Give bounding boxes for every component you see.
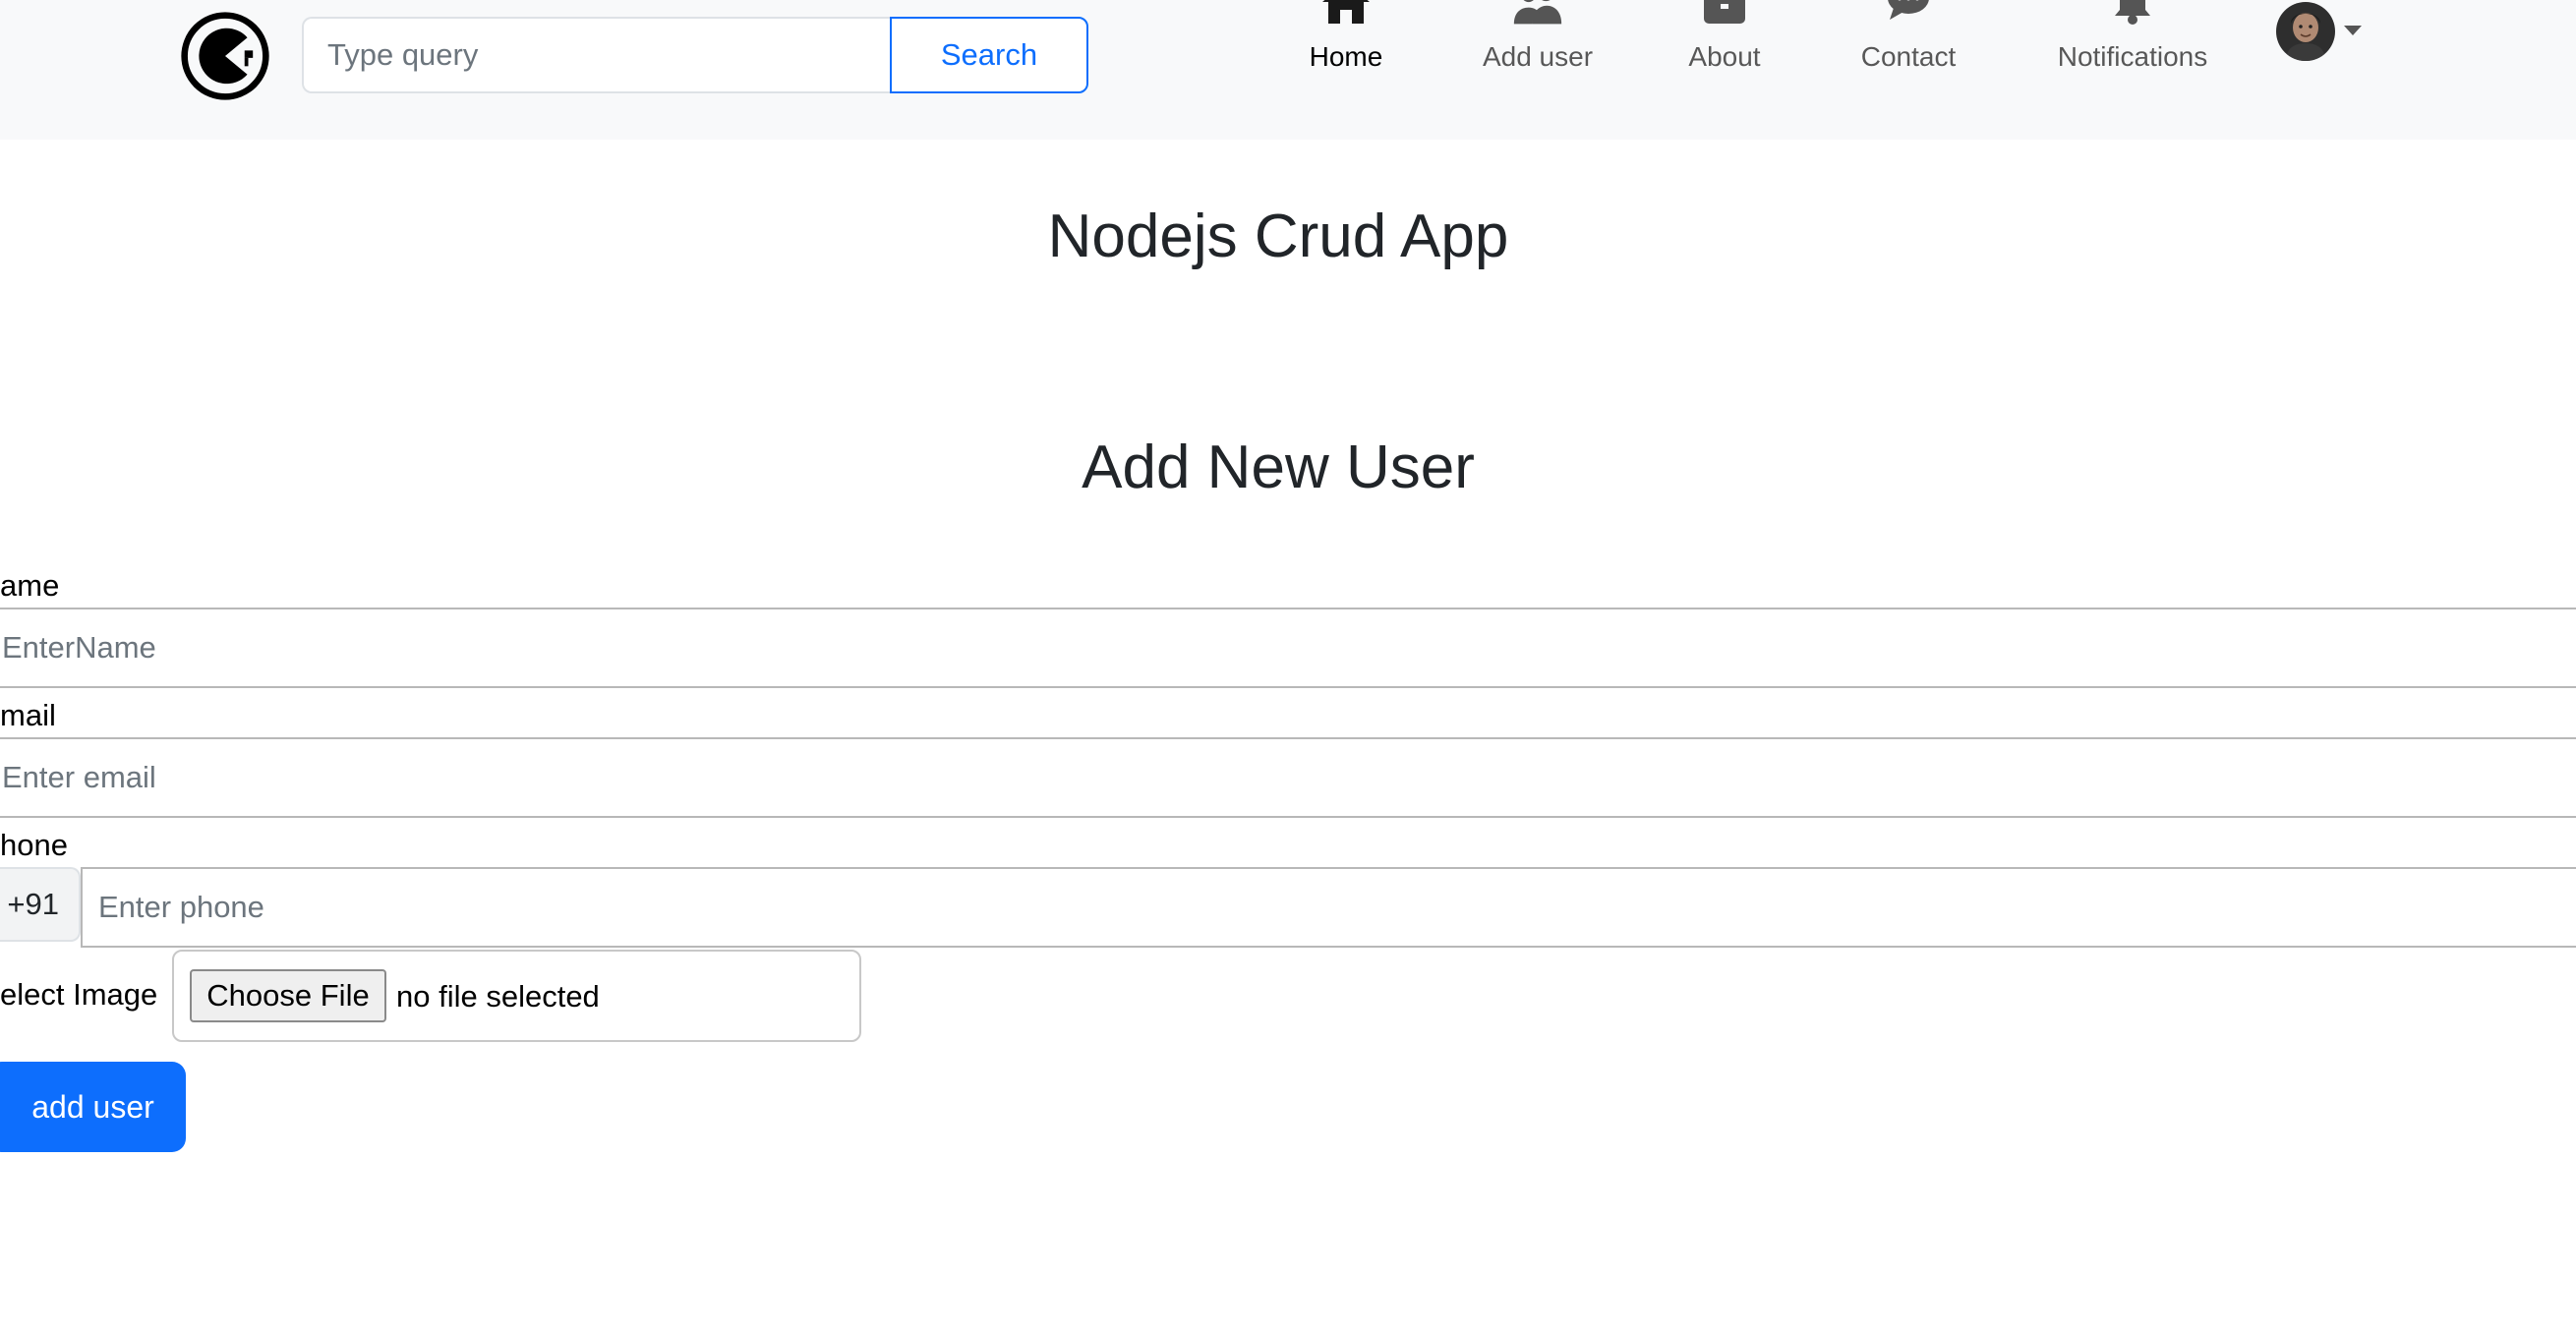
- page-title: Nodejs Crud App: [1047, 203, 1509, 270]
- nav-item-add-user[interactable]: Add user: [1469, 0, 1607, 88]
- nav-item-home[interactable]: Home: [1292, 0, 1400, 88]
- chat-icon: [1883, 0, 1934, 26]
- bell-icon: [2107, 0, 2158, 26]
- form-title: Add New User: [1082, 434, 1475, 501]
- name-input[interactable]: [0, 608, 2576, 688]
- search-input[interactable]: [302, 17, 892, 93]
- top-navbar: Search Home Add user: [0, 0, 2576, 140]
- file-status-text: no file selected: [396, 979, 600, 1014]
- nav-label-about: About: [1688, 41, 1761, 72]
- logo-icon[interactable]: [179, 10, 271, 102]
- avatar-image: [2276, 2, 2335, 61]
- nav-label-home: Home: [1309, 41, 1383, 72]
- nav-item-contact[interactable]: Contact: [1850, 0, 1966, 88]
- search-button[interactable]: Search: [890, 17, 1088, 93]
- name-label: ame: [0, 568, 60, 603]
- email-label: mail: [0, 698, 56, 732]
- phone-label: hone: [0, 828, 68, 862]
- nav-label-contact: Contact: [1860, 41, 1957, 72]
- image-label: elect Image: [0, 977, 158, 1012]
- users-icon: [1512, 0, 1563, 26]
- nav-item-notifications[interactable]: Notifications: [2046, 0, 2219, 88]
- add-user-button[interactable]: add user: [0, 1062, 186, 1152]
- phone-input[interactable]: [81, 867, 2576, 948]
- nav-label-add-user: Add user: [1482, 41, 1594, 72]
- file-input[interactable]: Choose File no file selected: [172, 950, 861, 1042]
- home-icon: [1320, 0, 1372, 26]
- choose-file-button[interactable]: Choose File: [190, 969, 386, 1022]
- email-input[interactable]: [0, 737, 2576, 818]
- avatar[interactable]: [2276, 2, 2335, 61]
- nav-item-about[interactable]: About: [1675, 0, 1774, 88]
- chevron-down-icon[interactable]: [2344, 26, 2362, 35]
- phone-prefix: +91: [0, 867, 81, 942]
- nav-label-notifications: Notifications: [2057, 41, 2208, 72]
- briefcase-icon: [1699, 0, 1750, 26]
